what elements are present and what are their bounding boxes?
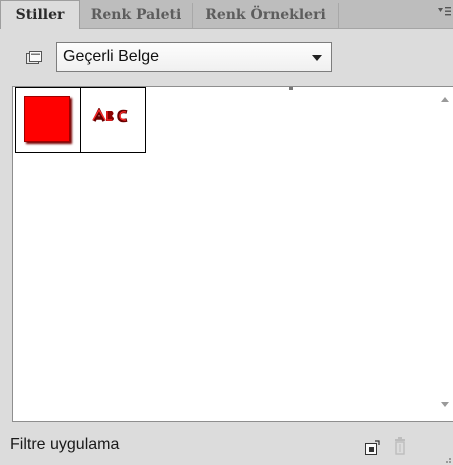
document-folder-icon (26, 51, 42, 64)
panel-menu-icon[interactable] (437, 6, 451, 18)
red-square-preview (24, 96, 70, 142)
tab-renk-paleti[interactable]: Renk Paleti (80, 3, 193, 28)
chevron-down-icon (312, 55, 322, 61)
style-swatch-list[interactable] (12, 86, 453, 422)
document-scope-select[interactable]: Geçerli Belge (56, 42, 332, 72)
swatch-red-square[interactable] (15, 87, 81, 153)
swatch-abc-text[interactable] (80, 87, 146, 153)
resize-tick (289, 87, 293, 90)
tab-strip: Stiller Renk Paleti Renk Örnekleri (0, 0, 453, 29)
new-style-icon[interactable] (364, 440, 380, 456)
scroll-down-arrow-icon[interactable] (441, 402, 449, 407)
scroll-up-arrow-icon[interactable] (441, 97, 449, 102)
document-scope-value: Geçerli Belge (63, 48, 160, 65)
styles-panel: Stiller Renk Paleti Renk Örnekleri Geçer… (0, 0, 453, 465)
trash-icon[interactable] (393, 437, 407, 455)
abc-text-preview (92, 108, 128, 123)
tab-stiller[interactable]: Stiller (0, 0, 80, 29)
tab-renk-ornekleri[interactable]: Renk Örnekleri (193, 3, 339, 28)
resize-grip-icon[interactable] (445, 457, 451, 463)
filter-apply-label: Filtre uygulama (10, 436, 120, 453)
